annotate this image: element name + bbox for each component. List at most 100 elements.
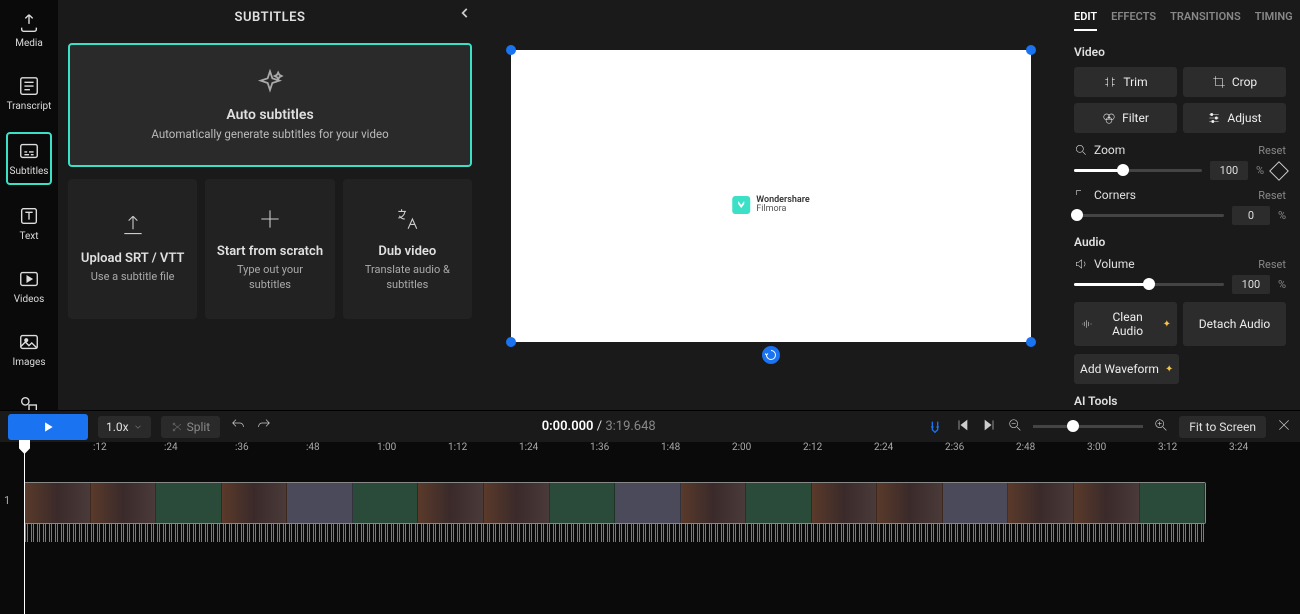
volume-icon bbox=[1074, 257, 1088, 271]
collapse-panel-button[interactable] bbox=[458, 6, 472, 24]
zoom-out-button[interactable] bbox=[1007, 417, 1023, 437]
ruler-tick: 1:36 bbox=[590, 442, 661, 460]
play-icon bbox=[41, 420, 55, 434]
zoom-value[interactable]: 100 bbox=[1210, 161, 1248, 180]
zoom-label: Zoom bbox=[1094, 143, 1125, 157]
keyframe-zoom-button[interactable] bbox=[1269, 161, 1289, 181]
add-waveform-button[interactable]: Add Waveform✦ bbox=[1074, 354, 1179, 384]
crop-button[interactable]: Crop bbox=[1183, 67, 1286, 97]
timeline[interactable]: :0 :12 :24 :36 :48 1:00 1:12 1:24 1:36 1… bbox=[0, 442, 1300, 614]
clean-audio-button[interactable]: Clean Audio✦ bbox=[1074, 302, 1177, 346]
zoom-in-icon bbox=[1153, 417, 1169, 433]
start-scratch-card[interactable]: Start from scratch Type out your subtitl… bbox=[205, 179, 334, 319]
marker-button[interactable] bbox=[925, 419, 945, 435]
zoom-in-button[interactable] bbox=[1153, 417, 1169, 437]
ruler-tick: :24 bbox=[164, 442, 235, 460]
rail-label: Media bbox=[15, 38, 43, 49]
corners-slider[interactable] bbox=[1074, 214, 1224, 217]
prev-frame-icon bbox=[955, 417, 971, 433]
dub-video-card[interactable]: Dub video Translate audio & subtitles bbox=[343, 179, 472, 319]
volume-label: Volume bbox=[1094, 257, 1135, 271]
text-icon bbox=[18, 205, 40, 227]
audio-waveform[interactable] bbox=[24, 524, 1206, 542]
play-button[interactable] bbox=[8, 414, 88, 440]
timeline-ruler[interactable]: :0 :12 :24 :36 :48 1:00 1:12 1:24 1:36 1… bbox=[0, 442, 1300, 460]
resize-handle-bl[interactable] bbox=[506, 337, 516, 347]
corners-reset[interactable]: Reset bbox=[1258, 189, 1286, 202]
ruler-tick: 3:24 bbox=[1229, 442, 1300, 460]
corners-unit: % bbox=[1278, 209, 1286, 222]
playback-toolbar: 1.0x Split 0:00.000 / 3:19.648 Fit to Sc… bbox=[0, 410, 1300, 442]
next-frame-button[interactable] bbox=[981, 417, 997, 437]
watermark: Wondershare Filmora bbox=[732, 196, 810, 214]
zoom-slider[interactable] bbox=[1074, 169, 1202, 172]
corners-value[interactable]: 0 bbox=[1232, 206, 1270, 225]
redo-button[interactable] bbox=[256, 417, 272, 437]
rotate-handle[interactable] bbox=[762, 346, 780, 364]
split-button[interactable]: Split bbox=[161, 416, 221, 438]
fit-to-screen-button[interactable]: Fit to Screen bbox=[1179, 416, 1266, 438]
filter-button[interactable]: Filter bbox=[1074, 103, 1177, 133]
ruler-tick: 2:36 bbox=[945, 442, 1016, 460]
video-clip[interactable] bbox=[24, 482, 1206, 524]
card-subtitle: Translate audio & subtitles bbox=[353, 263, 462, 292]
rail-label: Videos bbox=[14, 294, 45, 305]
volume-unit: % bbox=[1278, 278, 1286, 291]
translate-icon bbox=[394, 206, 420, 232]
adjust-button[interactable]: Adjust bbox=[1183, 103, 1286, 133]
rail-text[interactable]: Text bbox=[6, 199, 52, 248]
detach-audio-button[interactable]: Detach Audio bbox=[1183, 302, 1286, 346]
corners-label: Corners bbox=[1094, 188, 1136, 202]
playhead[interactable] bbox=[24, 442, 25, 614]
rail-images[interactable]: Images bbox=[6, 325, 52, 374]
next-frame-icon bbox=[981, 417, 997, 433]
rail-subtitles[interactable]: Subtitles bbox=[6, 132, 52, 185]
time-display: 0:00.000 / 3:19.648 bbox=[282, 419, 915, 434]
tab-edit[interactable]: EDIT bbox=[1074, 10, 1097, 31]
resize-handle-tr[interactable] bbox=[1026, 45, 1036, 55]
volume-slider[interactable] bbox=[1074, 283, 1224, 286]
volume-reset[interactable]: Reset bbox=[1258, 258, 1286, 271]
rail-transcript[interactable]: Transcript bbox=[6, 69, 52, 118]
tab-transitions[interactable]: TRANSITIONS bbox=[1170, 10, 1241, 31]
track-number: 1 bbox=[4, 494, 10, 507]
speed-dropdown[interactable]: 1.0x bbox=[98, 416, 151, 438]
marker-icon bbox=[925, 419, 945, 435]
rail-media[interactable]: Media bbox=[6, 6, 52, 55]
video-canvas[interactable]: Wondershare Filmora bbox=[511, 50, 1031, 342]
upload-srt-card[interactable]: Upload SRT / VTT Use a subtitle file bbox=[68, 179, 197, 319]
ai-sparkle-icon: ✦ bbox=[1165, 364, 1173, 375]
canvas-selection[interactable]: Wondershare Filmora bbox=[511, 50, 1031, 342]
zoom-out-icon bbox=[1007, 417, 1023, 433]
rail-label: Transcript bbox=[7, 101, 52, 112]
close-timeline-button[interactable] bbox=[1276, 417, 1292, 437]
upload-icon bbox=[120, 213, 146, 239]
tab-timing[interactable]: TIMING bbox=[1255, 10, 1293, 31]
undo-button[interactable] bbox=[230, 417, 246, 437]
subtitles-panel: SUBTITLES Auto subtitles Automatically g… bbox=[58, 0, 482, 410]
trim-button[interactable]: Trim bbox=[1074, 67, 1177, 97]
resize-handle-tl[interactable] bbox=[506, 45, 516, 55]
sparkle-icon bbox=[256, 69, 284, 97]
ruler-tick: 2:00 bbox=[732, 442, 803, 460]
transcript-icon bbox=[18, 75, 40, 97]
tab-effects[interactable]: EFFECTS bbox=[1111, 10, 1156, 31]
ruler-tick: 2:24 bbox=[874, 442, 945, 460]
prev-frame-button[interactable] bbox=[955, 417, 971, 437]
left-rail: Media Transcript Subtitles Text Videos I… bbox=[0, 0, 58, 410]
scissors-icon bbox=[171, 421, 183, 433]
chevron-left-icon bbox=[458, 6, 472, 20]
card-title: Auto subtitles bbox=[226, 107, 313, 123]
videos-icon bbox=[18, 268, 40, 290]
auto-subtitles-card[interactable]: Auto subtitles Automatically generate su… bbox=[68, 43, 472, 167]
ruler-tick: 1:12 bbox=[448, 442, 519, 460]
zoom-reset[interactable]: Reset bbox=[1258, 144, 1286, 157]
resize-handle-br[interactable] bbox=[1026, 337, 1036, 347]
trim-icon bbox=[1103, 75, 1117, 89]
timeline-zoom-slider[interactable] bbox=[1033, 425, 1143, 428]
rail-videos[interactable]: Videos bbox=[6, 262, 52, 311]
card-title: Upload SRT / VTT bbox=[81, 251, 185, 266]
clean-audio-icon bbox=[1080, 317, 1093, 331]
volume-value[interactable]: 100 bbox=[1232, 275, 1270, 294]
ruler-tick: :36 bbox=[235, 442, 306, 460]
